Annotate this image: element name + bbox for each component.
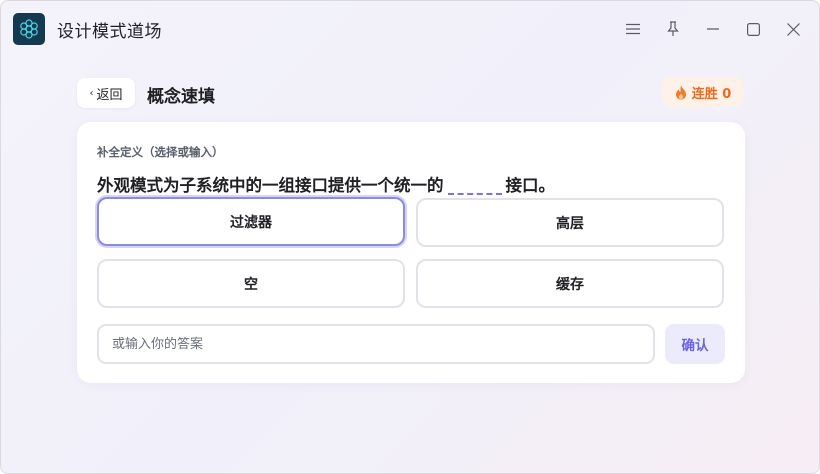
quiz-hint: 补全定义（选择或输入） (97, 145, 224, 159)
question-after: 接口。 (505, 176, 556, 195)
option-button[interactable]: 缓存 (416, 259, 724, 308)
menu-icon[interactable] (619, 15, 647, 43)
confirm-button[interactable]: 确认 (665, 324, 725, 364)
quiz-card: 补全定义（选择或输入） 外观模式为子系统中的一组接口提供一个统一的 接口。 过滤器… (77, 122, 745, 383)
flower-network-icon (13, 13, 45, 45)
app-title: 设计模式道场 (57, 22, 162, 42)
back-label: 返回 (96, 87, 123, 103)
answer-input[interactable] (97, 324, 655, 364)
option-label: 空 (244, 276, 258, 293)
streak-label: 连胜 0 (691, 86, 732, 102)
pin-icon[interactable] (659, 15, 687, 43)
question-text: 外观模式为子系统中的一组接口提供一个统一的 接口。 (97, 172, 717, 196)
minimize-icon[interactable] (699, 15, 727, 43)
option-button[interactable]: 过滤器 (97, 197, 405, 246)
option-label: 缓存 (556, 276, 584, 293)
confirm-label: 确认 (681, 338, 709, 354)
option-button[interactable]: 空 (97, 259, 405, 308)
option-label: 过滤器 (230, 214, 272, 231)
app-window: 设计模式道场 ‹ 返回 概念速填 连胜 0 补全定义（选择或输入） 外观模式为子… (0, 0, 820, 474)
close-icon[interactable] (779, 15, 807, 43)
back-button[interactable]: ‹ 返回 (77, 78, 135, 108)
streak-badge: 连胜 0 (662, 77, 744, 107)
option-button[interactable]: 高层 (416, 198, 724, 247)
question-before: 外观模式为子系统中的一组接口提供一个统一的 (97, 176, 444, 195)
flame-icon (675, 85, 686, 99)
chevron-left-icon: ‹ (89, 87, 94, 99)
title-bar[interactable]: 设计模式道场 (1, 1, 819, 57)
maximize-icon[interactable] (739, 15, 767, 43)
page-title: 概念速填 (147, 87, 215, 107)
answer-blank (447, 175, 502, 195)
option-label: 高层 (556, 215, 584, 232)
